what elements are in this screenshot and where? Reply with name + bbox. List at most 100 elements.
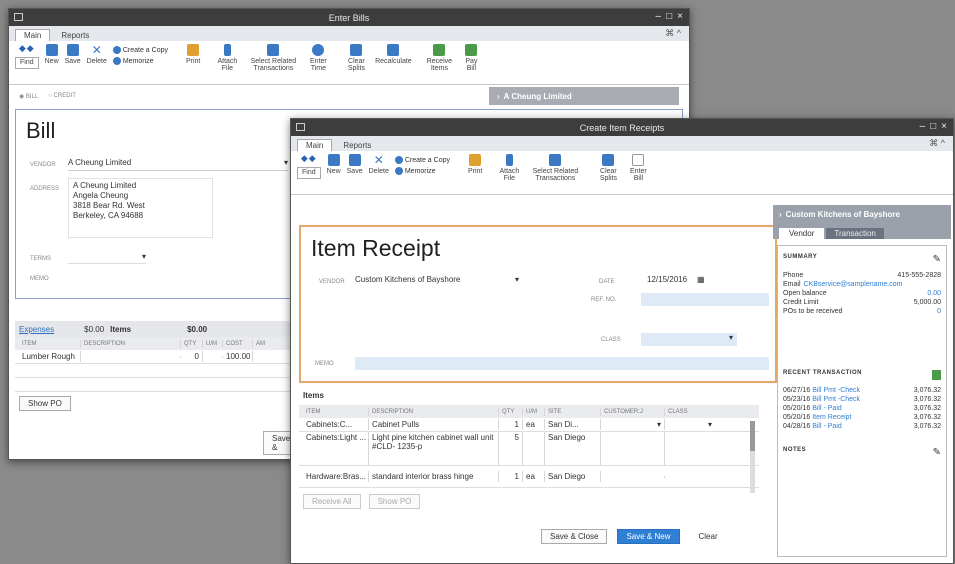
table-row[interactable]: Lumber Rough 0 100.00 <box>15 350 305 364</box>
tab-reports[interactable]: Reports <box>334 139 380 151</box>
memorize-button[interactable]: Memorize <box>112 57 168 65</box>
save-button[interactable]: Save <box>65 44 81 65</box>
minimize-icon[interactable]: – <box>920 121 926 132</box>
items-tab[interactable]: Items <box>110 325 131 334</box>
new-button[interactable]: New <box>327 154 341 175</box>
delete-icon: ✕ <box>91 43 102 57</box>
email-link[interactable]: CKBservice@samplename.com <box>804 281 903 288</box>
report-icon[interactable] <box>932 370 941 380</box>
class-dropdown[interactable]: ▾ <box>665 419 715 430</box>
clear-splits-button[interactable]: Clear Splits <box>344 44 368 73</box>
transaction-row[interactable]: 04/28/16 Bill - Paid 3,076.32 <box>778 422 946 431</box>
transaction-row[interactable]: 05/23/16 Bill Pmt -Check 3,076.32 <box>778 395 946 404</box>
create-copy-button[interactable]: Create a Copy <box>394 156 450 164</box>
enter-time-button[interactable]: Enter Time <box>306 44 330 73</box>
bill-table-header: ITEM DESCRIPTION QTY U/M COST AM <box>15 337 305 350</box>
find-button[interactable]: ◆◆ Find <box>297 153 321 179</box>
side-panel-header[interactable]: › Custom Kitchens of Bayshore <box>773 205 951 223</box>
tab-vendor[interactable]: Vendor <box>779 228 825 239</box>
ref-no-input[interactable] <box>641 293 769 306</box>
pos-link[interactable]: 0 <box>937 308 941 315</box>
table-row[interactable]: Cabinets:C... Cabinet Pulls 1 ea San Di.… <box>299 418 759 432</box>
recalculate-button[interactable]: Recalculate <box>374 44 412 65</box>
window-menu-icon[interactable] <box>14 13 23 21</box>
select-related-button[interactable]: Select Related Transactions <box>246 44 300 73</box>
maximize-icon[interactable]: □ <box>930 121 936 132</box>
maximize-icon[interactable]: □ <box>666 11 672 22</box>
vendor-banner[interactable]: › A Cheung Limited <box>489 87 679 105</box>
save-icon <box>348 154 361 166</box>
save-close-button[interactable]: Save & Close <box>541 529 608 544</box>
memo-label: MEMO <box>315 361 334 367</box>
attach-file-button[interactable]: Attach File <box>496 154 522 183</box>
scrollbar-thumb[interactable] <box>750 421 755 451</box>
new-button[interactable]: New <box>45 44 59 65</box>
clear-button[interactable]: Clear <box>690 529 727 544</box>
create-copy-button[interactable]: Create a Copy <box>112 46 168 54</box>
clear-splits-button[interactable]: Clear Splits <box>596 154 620 183</box>
minimize-icon[interactable]: – <box>656 11 662 22</box>
prev-next-arrows-icon[interactable]: ◆◆ <box>301 153 317 163</box>
vendor-select[interactable]: Custom Kitchens of Bayshore ▾ <box>355 275 519 288</box>
table-row[interactable] <box>15 378 305 392</box>
class-select[interactable]: ▾ <box>641 333 737 346</box>
pay-bill-button[interactable]: Pay Bill <box>460 44 482 73</box>
window-menu-icon[interactable] <box>296 123 305 131</box>
tab-main[interactable]: Main <box>297 139 333 151</box>
memorize-button[interactable]: Memorize <box>394 167 450 175</box>
ribbon-collapse-icon[interactable]: ⌘ ^ <box>929 138 945 149</box>
save-new-button[interactable]: Save & New <box>617 529 680 544</box>
print-button[interactable]: Print <box>186 44 200 65</box>
expenses-tab[interactable]: Expenses <box>19 325 54 334</box>
calendar-icon[interactable]: ▦ <box>697 275 705 288</box>
print-icon <box>187 44 200 56</box>
item-receipts-titlebar[interactable]: Create Item Receipts – □ × <box>291 119 953 136</box>
vendor-select[interactable]: A Cheung Limited ▾ <box>68 158 288 171</box>
edit-notes-pencil-icon[interactable]: ✎ <box>933 447 941 458</box>
radio-bill[interactable]: ◉ BILL <box>19 93 38 100</box>
prev-next-arrows-icon[interactable]: ◆◆ <box>19 43 35 53</box>
transaction-row[interactable]: 06/27/16 Bill Pmt -Check 3,076.32 <box>778 386 946 395</box>
memo-label: MEMO <box>30 276 49 282</box>
find-button[interactable]: ◆◆ Find <box>15 43 39 69</box>
memo-input[interactable] <box>355 357 769 370</box>
enter-bills-titlebar[interactable]: Enter Bills – □ × <box>9 9 689 26</box>
paperclip-icon <box>223 44 231 56</box>
show-po-button[interactable]: Show PO <box>368 494 421 509</box>
bills-ribbon: ◆◆ Find New Save ✕ Delete Create a Copy Me… <box>9 41 689 85</box>
dropdown-arrow-icon: ▾ <box>141 252 146 261</box>
date-field[interactable]: 12/15/2016 ▦ <box>647 275 727 288</box>
select-related-button[interactable]: Select Related Transactions <box>528 154 582 183</box>
related-icon <box>267 44 280 56</box>
tab-reports[interactable]: Reports <box>52 29 98 41</box>
delete-button[interactable]: ✕ Delete <box>369 154 389 175</box>
credit-limit-value: 5,000.00 <box>913 299 941 306</box>
transaction-row[interactable]: 05/20/16 Bill - Paid 3,076.32 <box>778 404 946 413</box>
save-button[interactable]: Save <box>347 154 363 175</box>
ribbon-collapse-icon[interactable]: ⌘ ^ <box>665 28 681 39</box>
open-balance-link[interactable]: 0.00 <box>927 290 941 297</box>
receive-all-button[interactable]: Receive All <box>303 494 361 509</box>
delete-button[interactable]: ✕ Delete <box>87 44 107 65</box>
close-icon[interactable]: × <box>677 11 683 22</box>
bill-items-area: Expenses $0.00 Items $0.00 ITEM DESCRIPT… <box>15 321 305 455</box>
edit-pencil-icon[interactable]: ✎ <box>933 254 941 265</box>
table-row[interactable]: Hardware:Bras... standard interior brass… <box>299 466 759 488</box>
clear-splits-icon <box>602 154 615 166</box>
customer-dropdown[interactable]: ▾ <box>601 419 665 430</box>
table-row[interactable] <box>15 364 305 378</box>
show-po-button[interactable]: Show PO <box>19 396 71 411</box>
tab-transaction[interactable]: Transaction <box>826 228 884 239</box>
table-row[interactable]: Cabinets:Light ... Light pine kitchen ca… <box>299 432 759 466</box>
attach-file-button[interactable]: Attach File <box>214 44 240 73</box>
terms-select[interactable]: ▾ <box>68 252 146 264</box>
receive-items-button[interactable]: Receive Items <box>424 44 454 73</box>
transaction-row[interactable]: 05/20/16 Item Receipt 3,076.32 <box>778 413 946 422</box>
close-icon[interactable]: × <box>941 121 947 132</box>
radio-credit[interactable]: ○ CREDIT <box>48 93 76 99</box>
print-button[interactable]: Print <box>468 154 482 175</box>
address-box[interactable]: A Cheung Limited Angela Cheung 3818 Bear… <box>68 178 213 238</box>
enter-bill-button[interactable]: Enter Bill <box>626 154 650 183</box>
tab-main[interactable]: Main <box>15 29 51 41</box>
table-scrollbar[interactable] <box>750 421 755 493</box>
